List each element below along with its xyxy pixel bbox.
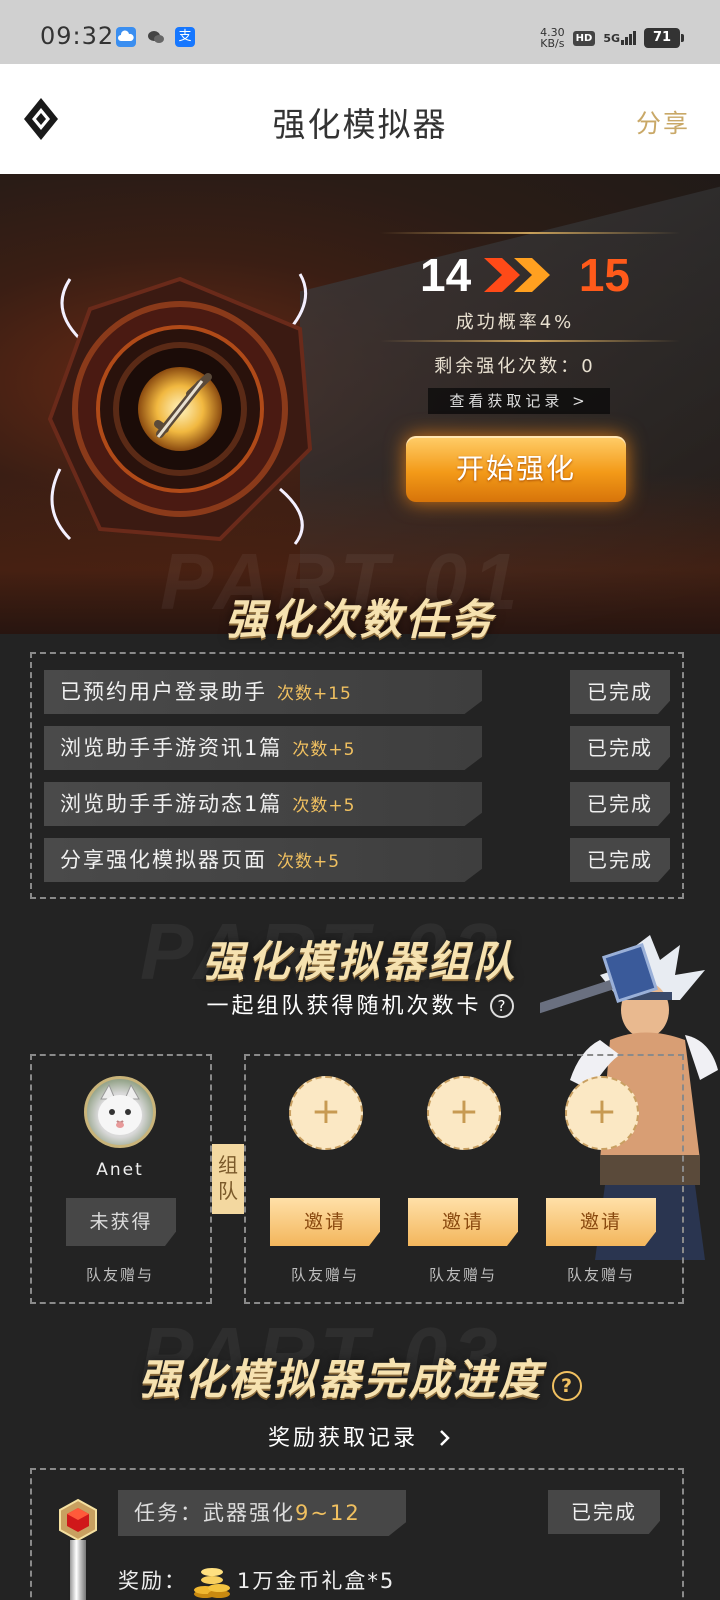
add-teammate-slot[interactable]: + (565, 1076, 639, 1150)
player-name: Anet (96, 1160, 144, 1180)
network-speed: 4.30 KB/s (540, 27, 565, 49)
view-record-link[interactable]: 查看获取记录 > (428, 388, 610, 414)
double-arrow-icon (484, 258, 550, 292)
reward-prefix: 奖励： (118, 1569, 187, 1593)
team-hint-text: 一起组队获得随机次数卡 (206, 994, 482, 1019)
page-title: 强化模拟器 (272, 105, 448, 144)
task-done-button[interactable]: 已完成 (570, 838, 670, 882)
remaining-count: 剩余强化次数：0 (434, 356, 596, 377)
task-done-button[interactable]: 已完成 (570, 782, 670, 826)
progress-task-prefix: 任务：武器强化 (134, 1501, 295, 1525)
task-row: 浏览助手手游动态1篇 次数+5 (44, 782, 482, 826)
reward-text: 1万金币礼盒*5 (237, 1569, 396, 1593)
progress-done-button[interactable]: 已完成 (548, 1490, 660, 1534)
team-hint: 一起组队获得随机次数卡? (0, 988, 720, 1020)
gift-label: 队友赠与 (566, 1266, 635, 1284)
section-title-tasks: 强化次数任务 (224, 595, 495, 644)
success-rate: 成功概率4% (455, 312, 575, 333)
reward-link-text: 奖励获取记录 (267, 1426, 418, 1451)
task-row: 浏览助手手游资讯1篇 次数+5 (44, 726, 482, 770)
level-from: 14 (420, 249, 472, 301)
progress-task-range: 9~12 (295, 1501, 361, 1525)
reward-record-link[interactable]: 奖励获取记录 (0, 1420, 720, 1452)
level-to: 15 (578, 249, 630, 301)
cloud-icon (116, 27, 136, 47)
not-obtained-button[interactable]: 未获得 (66, 1198, 176, 1246)
invite-button[interactable]: 邀请 (270, 1198, 380, 1246)
battery-icon: 71 (644, 28, 684, 48)
status-time: 09:32 (40, 22, 115, 50)
hd-badge: HD (572, 30, 596, 46)
divider (380, 232, 680, 234)
plus-icon: + (310, 1091, 342, 1132)
task-label: 浏览助手手游动态1篇 (60, 792, 283, 816)
add-teammate-slot[interactable]: + (289, 1076, 363, 1150)
task-row: 已预约用户登录助手 次数+15 (44, 670, 482, 714)
task-bonus: 次数+5 (292, 796, 356, 816)
status-right: 4.30 KB/s HD 5G 71 (540, 24, 684, 52)
enhance-wheel-icon (47, 273, 313, 545)
status-bar: 09:32 支 4.30 KB/s HD 5G 71 (0, 0, 720, 64)
signal-icon: 5G (603, 31, 636, 45)
add-teammate-slot[interactable]: + (427, 1076, 501, 1150)
cat-avatar-icon (98, 1083, 142, 1135)
chevron-right-icon (440, 1430, 450, 1446)
section-title-team: 强化模拟器组队 (202, 937, 518, 986)
app-header: 强化模拟器 分享 (0, 64, 720, 174)
task-label: 已预约用户登录助手 (60, 680, 267, 704)
speed-unit: KB/s (540, 37, 565, 50)
progress-track (68, 1540, 88, 1600)
wechat-icon (146, 27, 166, 47)
reward-row: 奖励： 1万金币礼盒*5 (118, 1560, 395, 1600)
task-bonus: 次数+5 (277, 852, 341, 872)
share-button[interactable]: 分享 (636, 104, 690, 140)
start-enhance-button[interactable]: 开始强化 (406, 436, 626, 502)
help-icon[interactable]: ? (489, 994, 514, 1018)
network-type: 5G (603, 32, 620, 45)
task-done-button[interactable]: 已完成 (570, 670, 670, 714)
gift-label: 队友赠与 (428, 1266, 497, 1284)
progress-task-label: 任务：武器强化9~12 (118, 1490, 406, 1536)
gem-icon (59, 1498, 97, 1542)
team-tag: 组队 (212, 1144, 244, 1214)
task-bonus: 次数+5 (292, 740, 356, 760)
task-bonus: 次数+15 (277, 684, 352, 704)
invite-button[interactable]: 邀请 (546, 1198, 656, 1246)
task-label: 分享强化模拟器页面 (60, 848, 267, 872)
help-icon[interactable]: ? (551, 1371, 582, 1401)
divider (380, 340, 680, 342)
alipay-icon: 支 (175, 27, 195, 47)
level-indicator: 14 15 (420, 248, 630, 308)
section-title-progress: 强化模拟器完成进度? (0, 1346, 720, 1407)
invite-button[interactable]: 邀请 (408, 1198, 518, 1246)
gift-label: 队友赠与 (290, 1266, 359, 1284)
gold-coins-icon (194, 1568, 230, 1598)
gift-label: 队友赠与 (85, 1266, 154, 1284)
progress-title-text: 强化模拟器完成进度 (138, 1355, 544, 1404)
plus-icon: + (586, 1091, 618, 1132)
task-label: 浏览助手手游资讯1篇 (60, 736, 283, 760)
plus-icon: + (448, 1091, 480, 1132)
avatar[interactable] (84, 1076, 156, 1148)
task-done-button[interactable]: 已完成 (570, 726, 670, 770)
task-row: 分享强化模拟器页面 次数+5 (44, 838, 482, 882)
